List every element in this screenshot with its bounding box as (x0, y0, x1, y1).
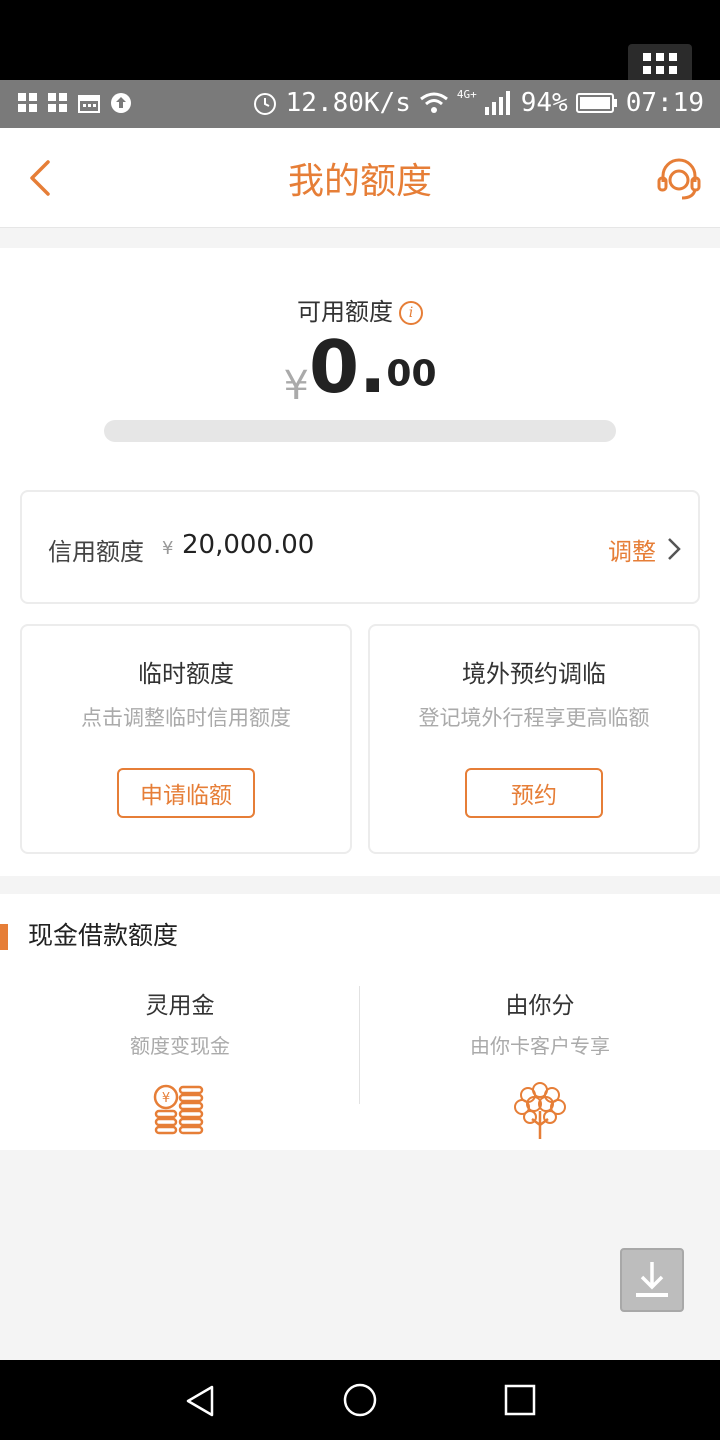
overseas-title: 境外预约调临 (462, 660, 606, 688)
temp-limit-subtitle: 点击调整临时信用额度 (81, 706, 291, 730)
cash-item-lingyongjin[interactable]: 灵用金 额度变现金 ¥ (0, 986, 360, 1135)
chevron-right-icon (668, 538, 681, 560)
nav-back-icon[interactable] (184, 1384, 216, 1418)
info-icon[interactable]: i (399, 301, 423, 325)
headset-icon[interactable] (656, 156, 702, 202)
app-grid-icon-2 (48, 93, 67, 112)
adjust-link[interactable]: 调整 (608, 532, 656, 567)
upload-icon (111, 93, 131, 113)
apply-temp-limit-button[interactable]: 申请临额 (117, 768, 255, 818)
cash-item-name: 灵用金 (145, 993, 215, 1019)
top-black-bar (0, 0, 720, 80)
alarm-icon (253, 93, 276, 115)
page-title: 我的额度 (287, 161, 432, 202)
svg-text:¥: ¥ (162, 1091, 170, 1106)
overseas-card: 境外预约调临 登记境外行程享更高临额 预约 (368, 624, 700, 854)
battery-percent: 94% (520, 88, 568, 118)
amount-integer: 0. (308, 325, 387, 409)
available-label-row: 可用额度 i (0, 292, 720, 327)
battery-icon (575, 93, 617, 113)
temp-limit-card: 临时额度 点击调整临时信用额度 申请临额 (20, 624, 352, 854)
cash-item-desc: 由你卡客户专享 (470, 1034, 610, 1058)
network-type: 4G+ (456, 88, 477, 101)
money-tree-icon (514, 1082, 566, 1139)
nav-home-icon[interactable] (342, 1382, 378, 1418)
credit-value: 20,000.00 (182, 530, 315, 560)
download-icon (636, 1262, 668, 1297)
nav-recents-icon[interactable] (504, 1384, 536, 1416)
currency-symbol: ¥ (283, 363, 309, 409)
reserve-button[interactable]: 预约 (465, 768, 603, 818)
cash-item-desc: 额度变现金 (130, 1034, 230, 1058)
cash-loan-section: 现金借款额度 灵用金 额度变现金 ¥ 由你分 由你卡客户专享 (0, 894, 720, 1150)
navigation-bar (0, 1360, 720, 1440)
download-button[interactable] (620, 1248, 684, 1312)
credit-currency: ¥ (162, 538, 174, 559)
credit-label: 信用额度 (48, 538, 144, 566)
header: 我的额度 (0, 128, 720, 228)
temp-limit-title: 临时额度 (138, 660, 234, 688)
signal-icon (484, 91, 510, 115)
credit-limit-row[interactable]: 信用额度 ¥ 20,000.00 调整 (20, 490, 700, 604)
overseas-subtitle: 登记境外行程享更高临额 (418, 706, 650, 730)
amount-decimal: 00 (386, 353, 437, 395)
clock: 07:19 (625, 88, 704, 118)
cash-item-youyoufen[interactable]: 由你分 由你卡客户专享 (360, 986, 720, 1139)
app-grid-icon (18, 93, 37, 112)
cash-section-heading: 现金借款额度 (28, 921, 179, 950)
limit-progress-bar (104, 420, 616, 442)
coins-icon: ¥ (153, 1084, 204, 1135)
calendar-icon (78, 95, 100, 113)
section-accent-bar (0, 924, 8, 950)
wifi-icon (419, 92, 448, 113)
net-speed: 12.80K/s (285, 88, 411, 118)
available-amount: ¥0.00 (0, 325, 720, 409)
grid-icon (643, 53, 677, 74)
available-label: 可用额度 (297, 298, 393, 326)
cash-item-name: 由你分 (505, 993, 575, 1019)
status-bar: 12.80K/s 4G+ 94% 07:19 (0, 80, 720, 128)
